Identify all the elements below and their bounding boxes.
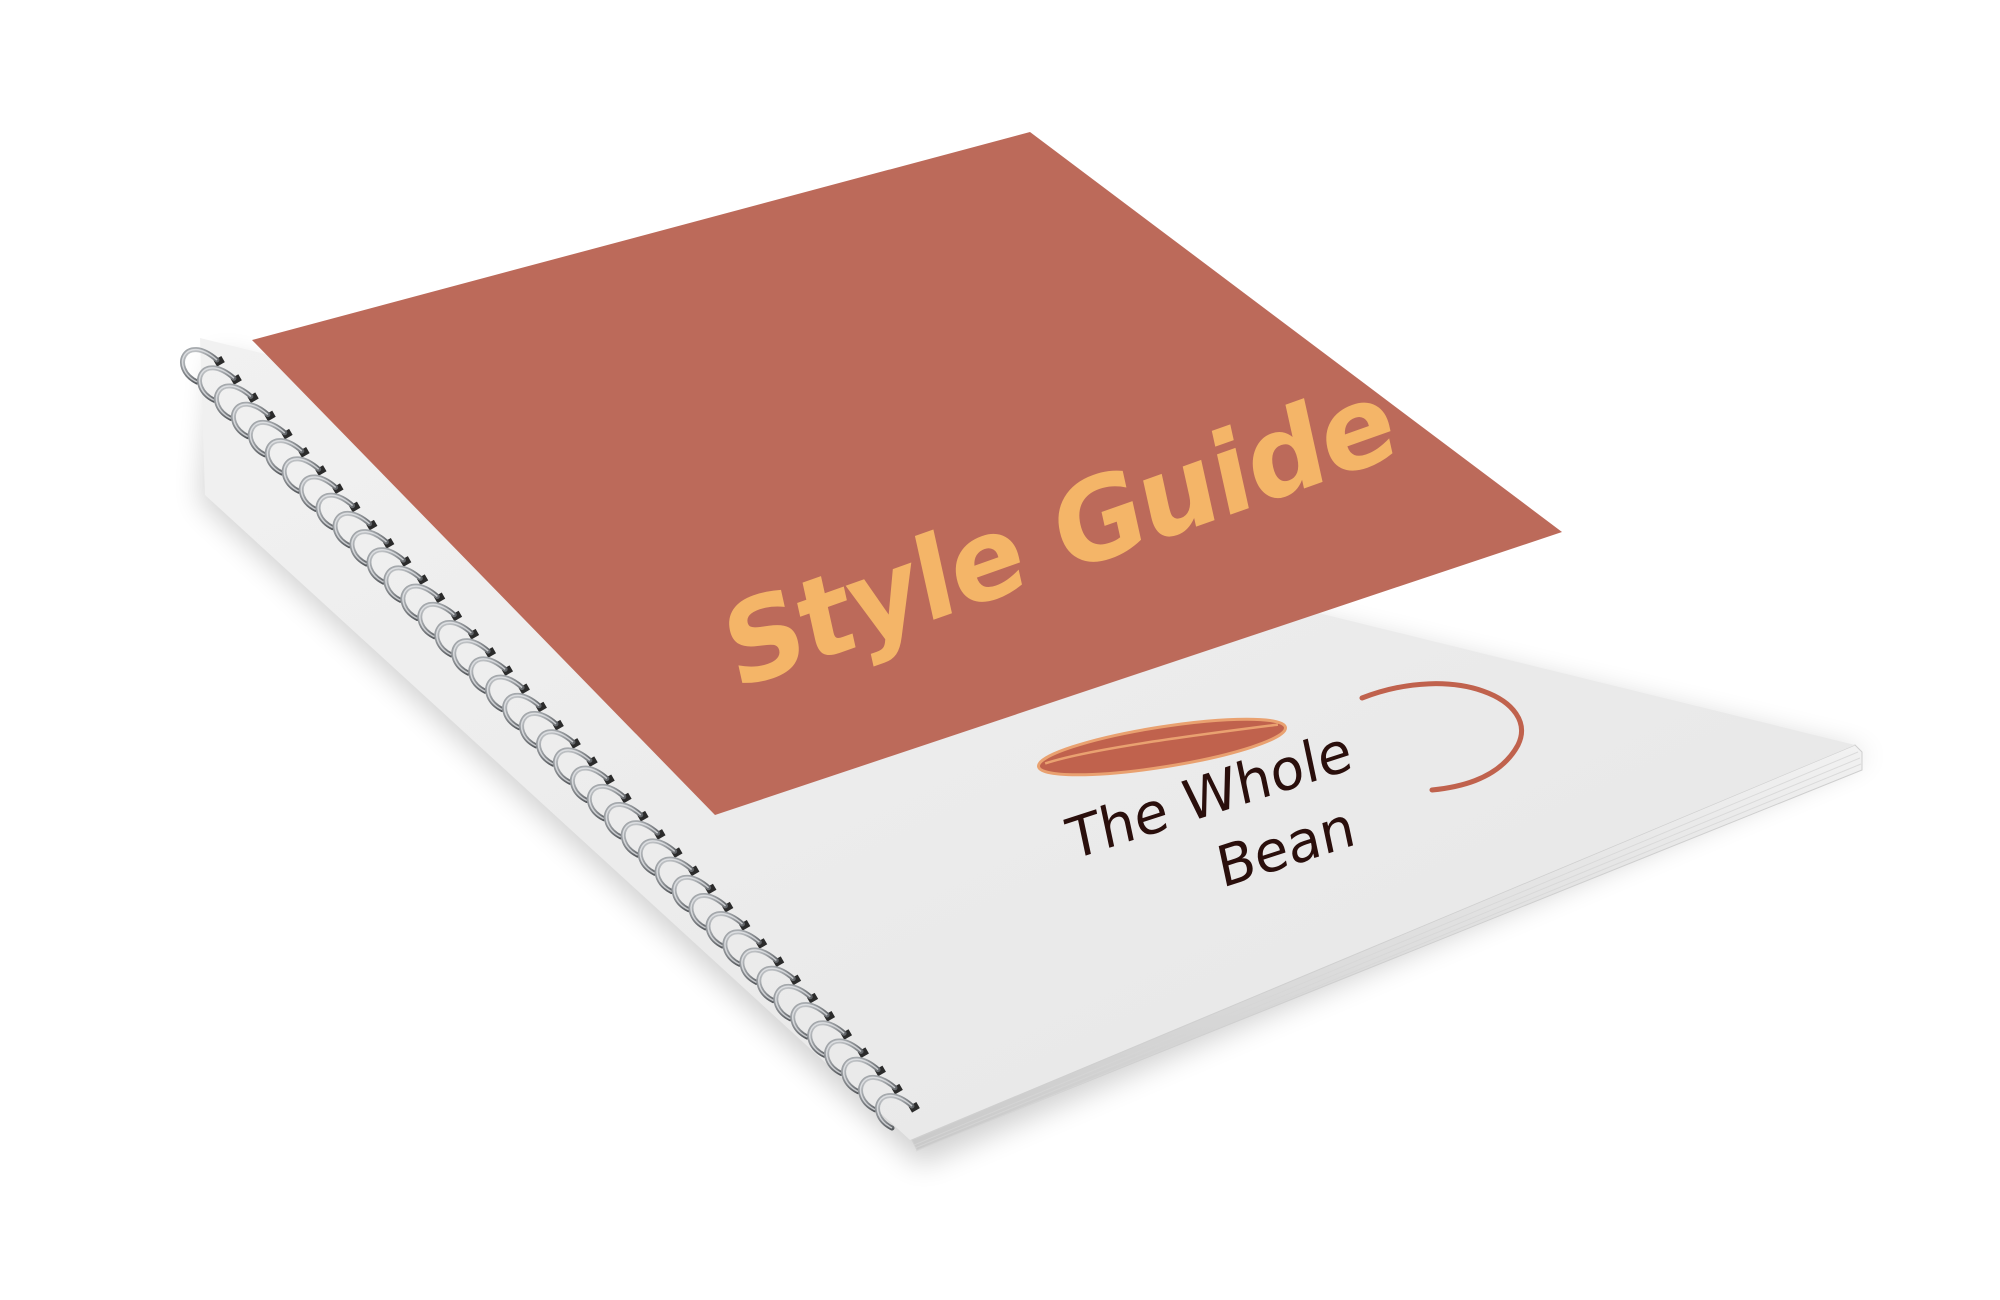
notebook-mockup-scene: Style Guide The Whole Bean [0,0,2000,1300]
notebook-mockup: Style Guide The Whole Bean [180,132,1870,1165]
